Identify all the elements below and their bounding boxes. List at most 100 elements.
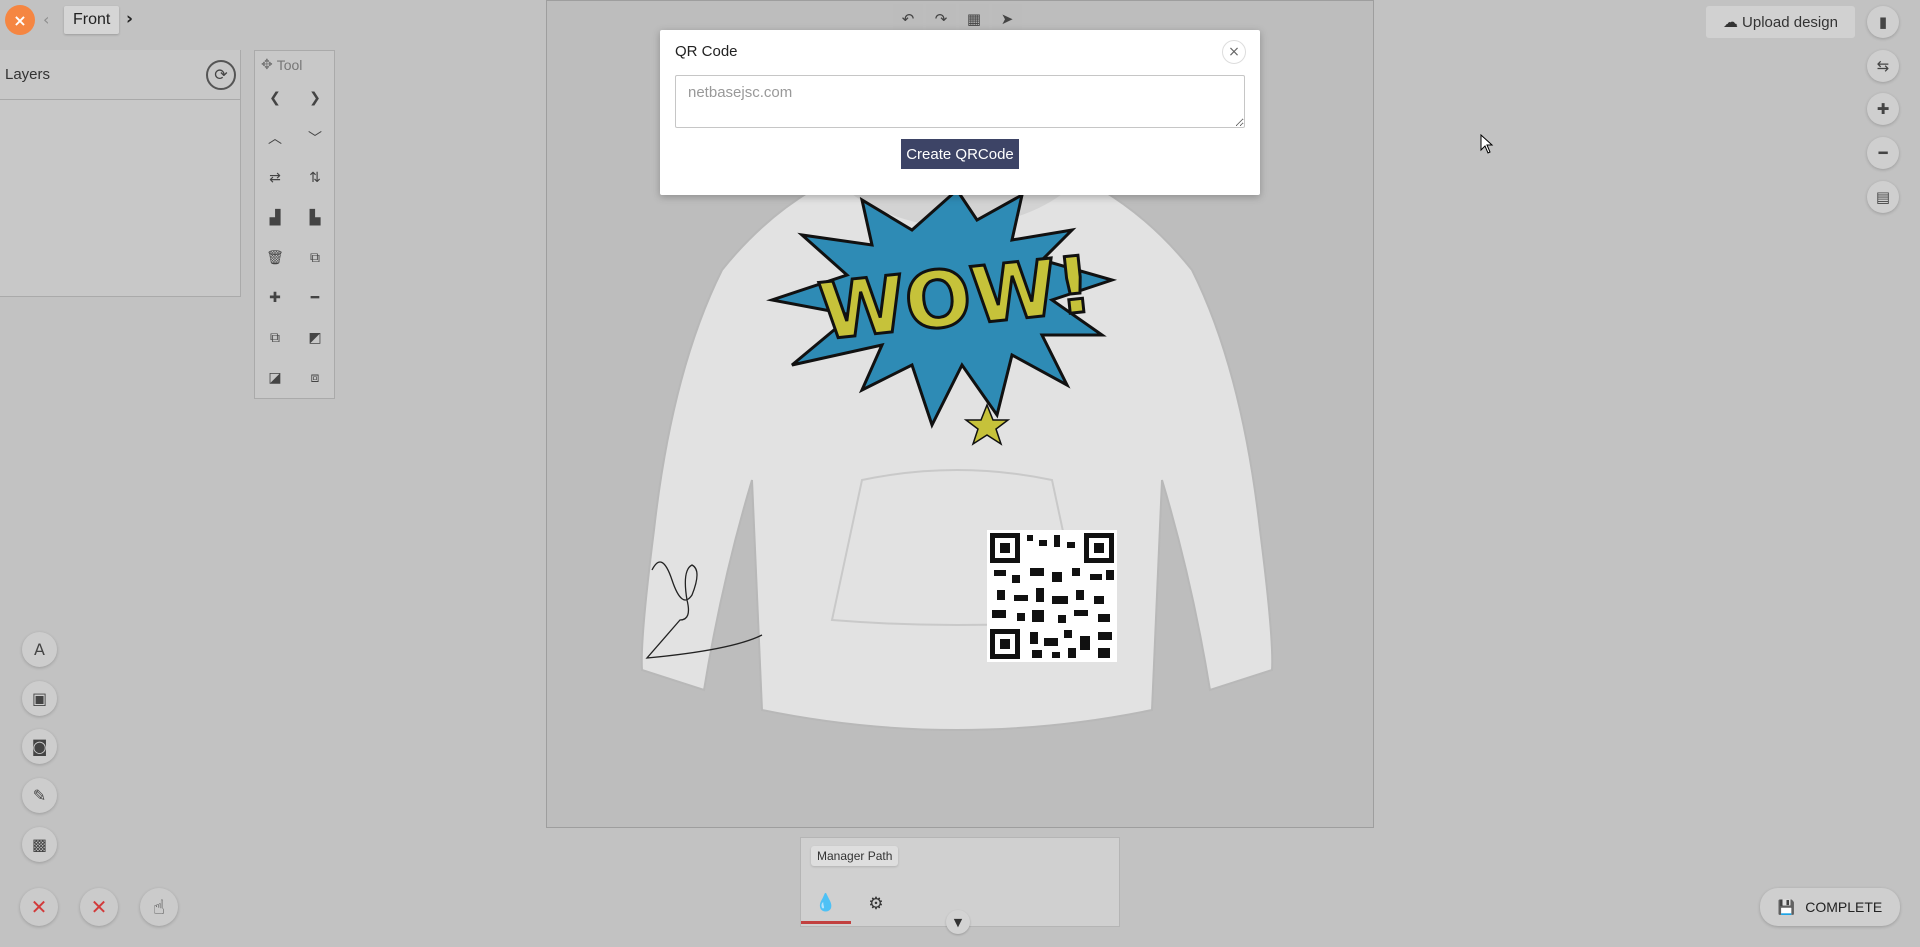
minus-icon: ━ xyxy=(1878,144,1888,162)
plus-icon: ✚ xyxy=(1876,100,1890,118)
upload-design-button[interactable]: ☁ Upload design xyxy=(1706,6,1855,38)
send-back-icon: ◪ xyxy=(268,370,282,386)
chevron-down-icon: ﹀ xyxy=(308,131,322,147)
book-button[interactable]: ▮ xyxy=(1867,6,1899,38)
align-horizontal-icon: ▟ xyxy=(269,210,281,226)
layers-panel: Layers ⟳ xyxy=(0,50,241,297)
send-to-back-button[interactable]: ◪ xyxy=(262,365,288,391)
layers-title: Layers xyxy=(5,66,51,83)
book-icon: ▮ xyxy=(1878,13,1888,31)
move-left-button[interactable]: ❮ xyxy=(262,85,288,111)
minus-icon: ━ xyxy=(310,290,320,306)
add-text-button[interactable]: A xyxy=(22,632,57,667)
hand-pointer-icon: ☝ xyxy=(152,895,166,919)
flip-horizontal-button[interactable]: ⇄ xyxy=(262,165,288,191)
bring-to-front-button[interactable]: ◩ xyxy=(302,325,328,351)
bring-front-icon: ◩ xyxy=(308,330,322,346)
zoom-out-element-button[interactable]: ━ xyxy=(302,285,328,311)
save-icon: 💾 xyxy=(1777,898,1796,915)
next-view-button[interactable]: › xyxy=(126,9,133,29)
tool-panel-header[interactable]: ✥ Tool xyxy=(255,51,334,78)
cloud-upload-icon: ☁ xyxy=(1723,14,1739,31)
send-backward-button[interactable]: ⧈ xyxy=(302,365,328,391)
modal-title: QR Code xyxy=(675,43,738,60)
pointer-icon: ➤ xyxy=(1000,10,1014,28)
flip-vertical-icon: ⇅ xyxy=(309,170,321,186)
image-icon: ▣ xyxy=(31,689,48,708)
preview-card-button[interactable]: ▤ xyxy=(1867,181,1899,213)
refresh-icon: ⟳ xyxy=(214,65,228,84)
close-icon: × xyxy=(13,10,27,30)
brush-icon: ✎ xyxy=(32,786,47,805)
chevron-right-icon: ❯ xyxy=(309,90,321,106)
align-center-horizontal-button[interactable]: ▟ xyxy=(262,205,288,231)
plus-icon: ✚ xyxy=(269,290,281,306)
draw-brush-button[interactable]: ✎ xyxy=(22,778,57,813)
chevron-up-icon: ︿ xyxy=(268,131,282,147)
x-icon: ✕ xyxy=(30,895,48,919)
close-icon: × xyxy=(1228,44,1240,60)
qr-code-modal: QR Code × netbasejsc.com Create QRCode xyxy=(660,30,1260,195)
duplicate-button[interactable]: ⧉ xyxy=(302,245,328,271)
designer-app: × ‹ Front › Layers ⟳ ✥ Tool ❮ ❯ ︿ ﹀ ⇄ ⇅ … xyxy=(0,0,1920,947)
close-editor-button[interactable]: × xyxy=(5,5,35,35)
undo-icon: ↶ xyxy=(901,10,915,28)
bring-forward-button[interactable]: ⧉ xyxy=(262,325,288,351)
chevron-left-icon: ❮ xyxy=(269,90,281,106)
complete-button[interactable]: 💾 COMPLETE xyxy=(1760,888,1900,926)
move-down-button[interactable]: ﹀ xyxy=(302,125,328,151)
droplet-icon: 💧 xyxy=(815,892,837,913)
align-center-vertical-button[interactable]: ▙ xyxy=(302,205,328,231)
qrcode-icon: ▩ xyxy=(31,835,48,854)
copy-icon: ⧉ xyxy=(310,250,320,266)
create-qrcode-button[interactable]: Create QRCode xyxy=(901,139,1019,169)
translate-button[interactable]: ⇆ xyxy=(1867,50,1899,82)
add-image-button[interactable]: ▣ xyxy=(22,681,57,716)
hoodie-mockup: WOW! xyxy=(640,170,1274,731)
flip-vertical-button[interactable]: ⇅ xyxy=(302,165,328,191)
layers-header: Layers ⟳ xyxy=(0,50,240,100)
translate-icon: ⇆ xyxy=(1876,57,1890,75)
qr-text-input[interactable]: netbasejsc.com xyxy=(675,75,1245,128)
move-right-button[interactable]: ❯ xyxy=(302,85,328,111)
zoom-in-button[interactable]: ✚ xyxy=(1867,93,1899,125)
manager-path-label: Manager Path xyxy=(811,846,899,866)
add-qrcode-button[interactable]: ▩ xyxy=(22,827,57,862)
delete-button[interactable]: 🗑 xyxy=(262,245,288,271)
chevron-left-icon: ‹ xyxy=(43,10,50,29)
chevron-down-icon: ▼ xyxy=(953,915,963,929)
redo-icon: ↷ xyxy=(934,10,948,28)
mouse-cursor xyxy=(1480,134,1494,154)
camera-icon: ◙ xyxy=(31,737,48,756)
zoom-out-button[interactable]: ━ xyxy=(1867,137,1899,169)
view-label: Front xyxy=(64,6,120,34)
bring-forward-icon: ⧉ xyxy=(270,330,280,346)
collapse-path-panel-button[interactable]: ▼ xyxy=(946,910,970,934)
tab-settings[interactable]: ⚙ xyxy=(851,884,901,924)
tool-panel: ✥ Tool ❮ ❯ ︿ ﹀ ⇄ ⇅ ▟ ▙ 🗑 ⧉ ✚ ━ ⧉ ◩ ◪ ⧈ xyxy=(254,50,335,399)
clear-design-button[interactable]: ✕ xyxy=(20,888,58,926)
tab-fill-color[interactable]: 💧 xyxy=(801,884,851,924)
qr-code-image xyxy=(987,530,1117,662)
tool-grid: ❮ ❯ ︿ ﹀ ⇄ ⇅ ▟ ▙ 🗑 ⧉ ✚ ━ ⧉ ◩ ◪ ⧈ xyxy=(255,78,334,398)
gear-icon: ⚙ xyxy=(868,894,884,914)
text-icon: A xyxy=(34,640,45,659)
move-up-button[interactable]: ︿ xyxy=(262,125,288,151)
move-icon: ✥ xyxy=(261,56,273,72)
align-vertical-icon: ▙ xyxy=(309,210,321,226)
send-backward-icon: ⧈ xyxy=(310,370,320,386)
add-photo-button[interactable]: ◙ xyxy=(22,729,57,764)
refresh-layers-button[interactable]: ⟳ xyxy=(206,59,236,90)
cancel-button[interactable]: ✕ xyxy=(80,888,118,926)
x-icon: ✕ xyxy=(90,895,108,919)
prev-view-button[interactable]: ‹ xyxy=(43,10,49,29)
upload-design-label: Upload design xyxy=(1742,13,1838,31)
trash-icon: 🗑 xyxy=(266,250,284,266)
tool-panel-title: Tool xyxy=(276,56,303,73)
hand-tool-button[interactable]: ☝ xyxy=(140,888,178,926)
chevron-right-icon: › xyxy=(126,9,134,29)
id-card-icon: ▤ xyxy=(1875,188,1891,206)
zoom-in-element-button[interactable]: ✚ xyxy=(262,285,288,311)
modal-close-button[interactable]: × xyxy=(1222,40,1246,64)
complete-label: COMPLETE xyxy=(1805,899,1883,915)
